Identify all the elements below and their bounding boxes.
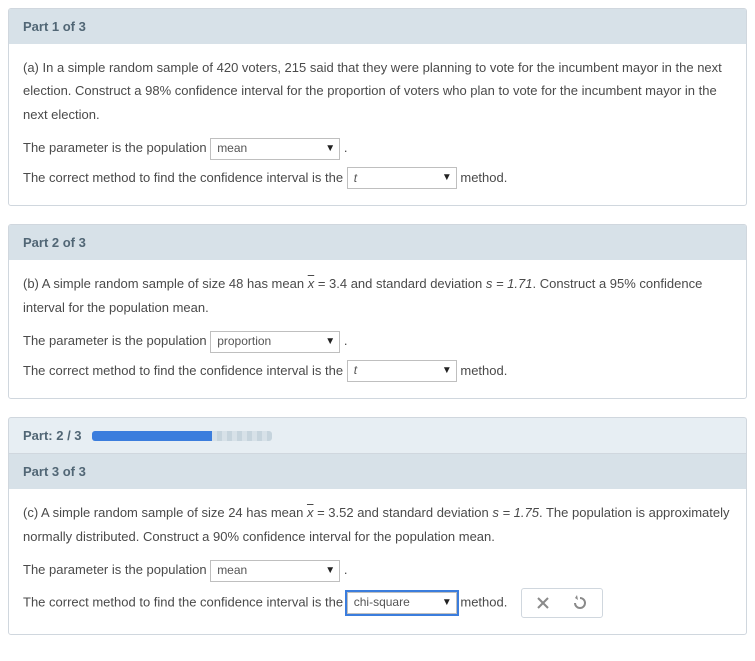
part3-param-row: The parameter is the population mean ▼ .	[23, 558, 732, 582]
part2-param-value: proportion	[217, 331, 271, 353]
part1-method-value: t	[354, 168, 357, 190]
part3-method-label: The correct method to find the confidenc…	[23, 594, 343, 609]
period-text: .	[344, 140, 348, 155]
part1-prompt: (a) In a simple random sample of 420 vot…	[23, 56, 732, 126]
part3-method-row: The correct method to find the confidenc…	[23, 588, 732, 618]
chevron-down-icon: ▼	[442, 594, 452, 612]
part3-param-select[interactable]: mean ▼	[210, 560, 340, 582]
part2-param-select[interactable]: proportion ▼	[210, 331, 340, 353]
part1-method-label: The correct method to find the confidenc…	[23, 170, 343, 185]
undo-icon[interactable]	[572, 595, 588, 611]
part1-param-row: The parameter is the population mean ▼ .	[23, 136, 732, 160]
part1-method-after: method.	[460, 170, 507, 185]
progress-fill	[92, 431, 213, 441]
part3-prompt: (c) A simple random sample of size 24 ha…	[23, 501, 732, 548]
part2-method-value: t	[354, 360, 357, 382]
part2-body: (b) A simple random sample of size 48 ha…	[9, 260, 746, 398]
part2-method-row: The correct method to find the confidenc…	[23, 359, 732, 383]
part2-s-eq: s = 1.71	[486, 276, 533, 291]
part3-prompt-mid1: = 3.52 and standard deviation	[313, 505, 492, 520]
part3-header: Part 3 of 3	[9, 454, 746, 489]
chevron-down-icon: ▼	[442, 362, 452, 380]
part3-method-select[interactable]: chi-square ▼	[347, 592, 457, 614]
part1-param-label: The parameter is the population	[23, 140, 207, 155]
part2-method-select[interactable]: t ▼	[347, 360, 457, 382]
close-icon[interactable]	[536, 596, 550, 610]
part2-prompt-before: (b) A simple random sample of size 48 ha…	[23, 276, 308, 291]
part2-prompt-mid1: = 3.4 and standard deviation	[314, 276, 486, 291]
part2-prompt: (b) A simple random sample of size 48 ha…	[23, 272, 732, 319]
part2-method-after: method.	[460, 363, 507, 378]
period-text: .	[344, 562, 348, 577]
part1-param-select[interactable]: mean ▼	[210, 138, 340, 160]
part3-method-after: method.	[460, 594, 507, 609]
part2-param-label: The parameter is the population	[23, 333, 207, 348]
progress-bar: Part: 2 / 3	[8, 417, 747, 453]
chevron-down-icon: ▼	[325, 333, 335, 351]
progress-track	[92, 431, 272, 441]
part2-method-label: The correct method to find the confidenc…	[23, 363, 343, 378]
part3-s-eq: s = 1.75	[492, 505, 539, 520]
part3-param-value: mean	[217, 560, 247, 582]
part1-param-value: mean	[217, 138, 247, 160]
part1-method-row: The correct method to find the confidenc…	[23, 166, 732, 190]
chevron-down-icon: ▼	[325, 562, 335, 580]
part2-header: Part 2 of 3	[9, 225, 746, 260]
part1-card: Part 1 of 3 (a) In a simple random sampl…	[8, 8, 747, 206]
part1-header: Part 1 of 3	[9, 9, 746, 44]
part3-method-value: chi-square	[354, 592, 410, 614]
progress-label: Part: 2 / 3	[23, 428, 82, 443]
part3-param-label: The parameter is the population	[23, 562, 207, 577]
part3-body: (c) A simple random sample of size 24 ha…	[9, 489, 746, 633]
chevron-down-icon: ▼	[442, 169, 452, 187]
part2-card: Part 2 of 3 (b) A simple random sample o…	[8, 224, 747, 399]
chevron-down-icon: ▼	[325, 140, 335, 158]
period-text: .	[344, 333, 348, 348]
part3-prompt-before: (c) A simple random sample of size 24 ha…	[23, 505, 307, 520]
action-box	[521, 588, 603, 618]
part1-method-select[interactable]: t ▼	[347, 167, 457, 189]
part3-card: Part 3 of 3 (c) A simple random sample o…	[8, 453, 747, 634]
part1-body: (a) In a simple random sample of 420 vot…	[9, 44, 746, 205]
part2-param-row: The parameter is the population proporti…	[23, 329, 732, 353]
